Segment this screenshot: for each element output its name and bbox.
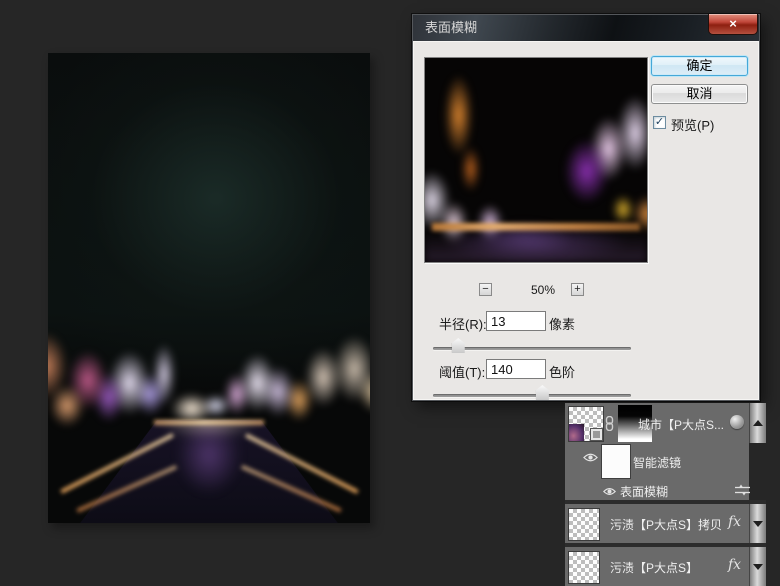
close-icon: × xyxy=(729,16,737,31)
preview-bridge xyxy=(431,223,641,232)
layer-effects-fx-icon[interactable]: fx xyxy=(728,514,741,530)
preview-checkbox[interactable]: ✓ xyxy=(653,116,666,129)
chevron-down-icon xyxy=(753,521,763,527)
mask-link-icon[interactable] xyxy=(604,415,615,434)
threshold-slider-thumb[interactable] xyxy=(535,385,549,400)
cancel-button[interactable]: 取消 xyxy=(651,84,748,104)
layer-name: 污渍【P大点S】 xyxy=(610,561,699,575)
collapse-filters-button[interactable] xyxy=(749,403,766,443)
minus-icon: − xyxy=(482,283,489,295)
preview-checkbox-label: 预览(P) xyxy=(671,118,715,133)
photoshop-workspace: { "dialog": { "title": "表面模糊", "close": … xyxy=(0,0,780,586)
layer-thumbnail[interactable] xyxy=(568,406,604,442)
chevron-up-icon xyxy=(753,420,763,426)
radius-label: 半径(R): xyxy=(439,317,487,332)
radius-slider-thumb[interactable] xyxy=(451,338,465,353)
layer-effects-fx-icon[interactable]: fx xyxy=(728,557,741,573)
ok-button[interactable]: 确定 xyxy=(651,56,748,76)
canvas-image[interactable] xyxy=(48,53,370,523)
threshold-label: 阈值(T): xyxy=(439,365,486,380)
checkmark-icon: ✓ xyxy=(654,116,665,128)
layer-name: 污渍【P大点S】拷贝 xyxy=(610,518,723,532)
layer-thumbnail[interactable] xyxy=(568,551,600,584)
filter-visibility-eye-icon[interactable] xyxy=(602,485,617,499)
radius-input[interactable] xyxy=(486,311,546,331)
layer-row-stain[interactable]: 污渍【P大点S】 fx xyxy=(565,547,749,586)
threshold-slider[interactable] xyxy=(433,385,631,402)
threshold-input[interactable] xyxy=(486,359,546,379)
dialog-body: − 50% + 半径(R): 像素 阈值(T): 色阶 确定 取消 ✓ 预览(P… xyxy=(413,41,759,400)
sphere-icon xyxy=(730,415,744,429)
threshold-unit: 色阶 xyxy=(549,365,576,380)
preview-canal xyxy=(425,231,647,262)
preview-image xyxy=(425,58,647,262)
smart-object-badge-icon xyxy=(590,428,603,441)
surface-blur-dialog: 表面模糊 × − 50% + 半径(R): 像素 阈值(T): 色阶 xyxy=(412,14,760,401)
radius-unit: 像素 xyxy=(549,317,576,332)
expand-effects-button[interactable] xyxy=(749,547,766,586)
layer-row-stain-copy[interactable]: 污渍【P大点S】拷贝 fx xyxy=(565,504,749,543)
smart-filters-thumbnail[interactable] xyxy=(601,444,631,479)
close-button[interactable]: × xyxy=(708,14,758,35)
filter-item-label: 表面模糊 xyxy=(620,485,669,499)
zoom-out-button[interactable]: − xyxy=(479,283,492,296)
smart-filters-label: 智能滤镜 xyxy=(633,456,682,470)
layer-thumbnail-image xyxy=(569,424,584,441)
layer-row-city[interactable]: 城市【P大点S... xyxy=(565,403,749,443)
expand-effects-button[interactable] xyxy=(749,504,766,543)
zoom-in-button[interactable]: + xyxy=(571,283,584,296)
layer-name: 城市【P大点S... xyxy=(638,418,725,432)
filter-item-row[interactable]: 表面模糊 xyxy=(565,480,750,500)
chevron-down-icon xyxy=(753,564,763,570)
smart-filters-row[interactable]: 智能滤镜 xyxy=(565,443,749,480)
radius-slider[interactable] xyxy=(433,338,631,355)
plus-icon: + xyxy=(574,283,581,295)
visibility-eye-icon[interactable] xyxy=(583,452,598,466)
dialog-title: 表面模糊 xyxy=(425,20,478,35)
photo-bridge xyxy=(154,419,264,425)
layer-thumbnail[interactable] xyxy=(568,508,600,541)
threshold-slider-track[interactable] xyxy=(433,394,631,397)
dialog-titlebar[interactable]: 表面模糊 × xyxy=(413,14,759,41)
filter-preview[interactable] xyxy=(424,57,648,263)
filter-blending-options-icon[interactable] xyxy=(735,484,750,499)
layers-panel: 城市【P大点S... 智能滤镜 表面模糊 污渍【P大点S】拷贝 fx 污渍【P大… xyxy=(565,403,780,586)
